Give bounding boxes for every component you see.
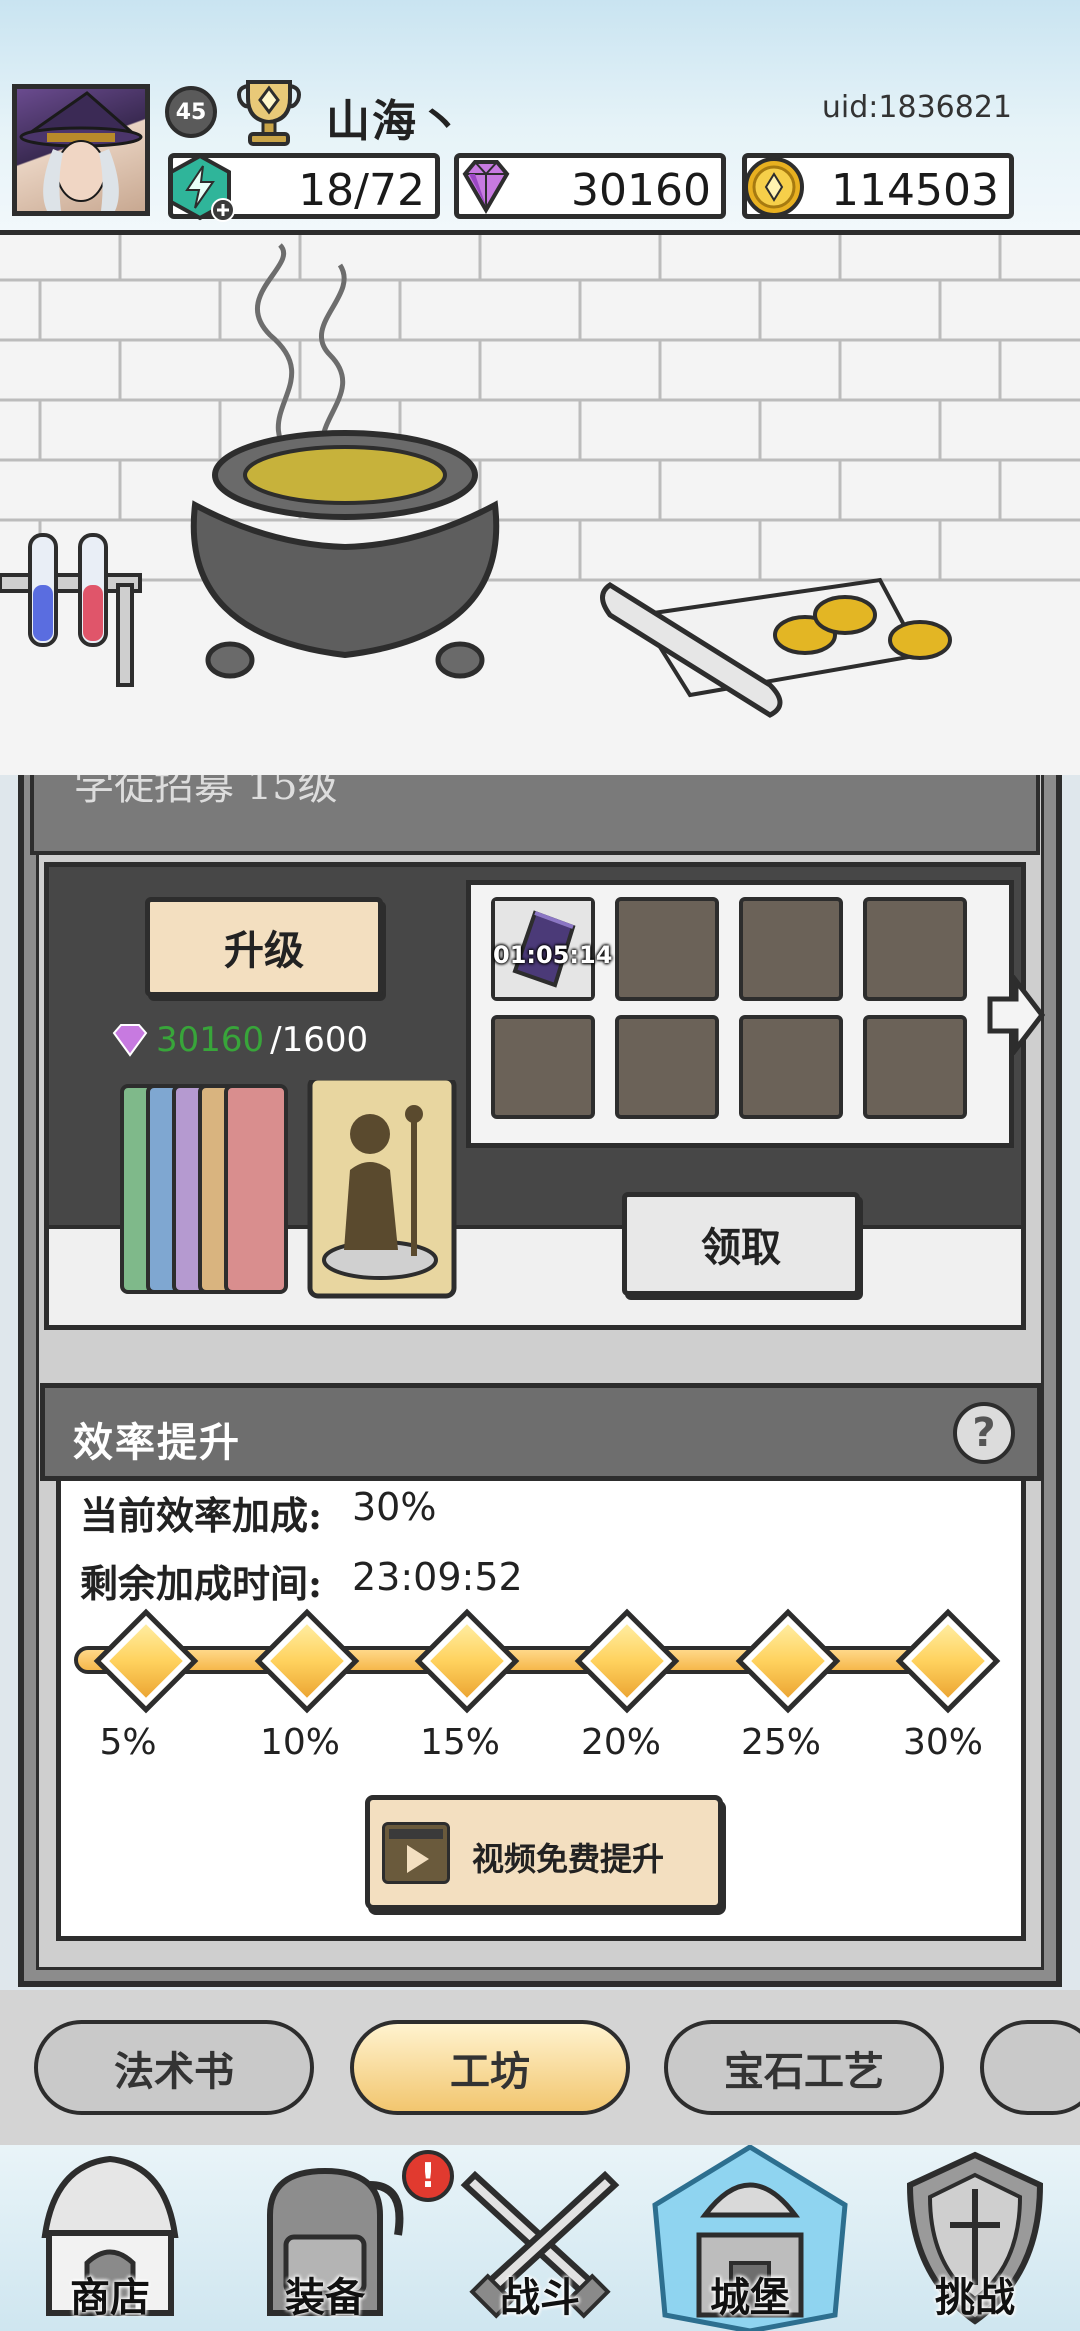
cost-need: /1600	[270, 1020, 369, 1060]
energy-counter[interactable]: 18/72	[168, 153, 440, 222]
remaining-time-label: 剩余加成时间:	[80, 1561, 323, 1606]
tab-gem-craft[interactable]: 宝石工艺	[664, 2020, 944, 2115]
recruit-slot[interactable]	[739, 897, 843, 1001]
slot-timer: 01:05:14	[493, 941, 613, 969]
recruit-slot[interactable]: 01:05:14	[491, 897, 612, 1001]
tab-workshop[interactable]: 工坊	[350, 2020, 630, 2115]
player-avatar[interactable]	[12, 84, 150, 216]
recruit-slot[interactable]	[863, 1015, 967, 1119]
nav-label: 挑战	[935, 2274, 1015, 2321]
recruit-slot[interactable]	[863, 897, 967, 1001]
current-bonus-label: 当前效率加成:	[80, 1493, 323, 1538]
nav-shop[interactable]: 商店	[15, 2145, 205, 2331]
help-icon[interactable]: ?	[953, 1402, 1015, 1464]
recruit-slot[interactable]	[615, 1015, 719, 1119]
nav-label: 城堡	[710, 2274, 790, 2321]
energy-icon	[169, 153, 235, 222]
claim-button[interactable]: 领取	[622, 1192, 860, 1296]
upgrade-cost: 30160/1600	[110, 1020, 368, 1060]
nav-label: 战斗	[500, 2274, 580, 2321]
recruit-slot[interactable]	[739, 1015, 843, 1119]
bonus-step-label: 5%	[99, 1722, 157, 1763]
game-screen: 45 山海丶 uid:1836821 18/72 30160 114503 学徒…	[0, 0, 1080, 2331]
top-bar: 45 山海丶 uid:1836821 18/72 30160 114503	[0, 0, 1080, 235]
tab-spellbook[interactable]: 法术书	[34, 2020, 314, 2115]
recruit-header: 学徒招募 15级	[30, 775, 1040, 855]
nav-equipment[interactable]: 装备	[230, 2145, 420, 2331]
coin-counter[interactable]: 114503	[742, 153, 1014, 219]
nav-castle[interactable]: 城堡	[645, 2145, 855, 2331]
nav-label: 装备	[285, 2274, 365, 2321]
nav-label: 商店	[70, 2274, 150, 2321]
bonus-step-label: 30%	[902, 1722, 983, 1763]
level-badge: 45	[165, 86, 217, 138]
tab-more[interactable]	[980, 2020, 1080, 2115]
efficiency-title: 效率提升	[73, 1419, 241, 1466]
upgrade-button[interactable]: 升级	[145, 897, 383, 997]
video-boost-label: 视频免费提升	[472, 1840, 665, 1878]
gem-counter[interactable]: 30160	[454, 153, 726, 219]
video-icon	[382, 1822, 450, 1884]
bonus-step-label: 15%	[419, 1722, 500, 1763]
bonus-progress-track	[74, 1646, 986, 1674]
current-bonus-value: 30%	[352, 1485, 437, 1529]
efficiency-header: 效率提升 ?	[40, 1383, 1042, 1481]
next-arrow-icon[interactable]	[986, 975, 1046, 1055]
gem-value: 30160	[571, 165, 711, 216]
recruit-title: 学徒招募 15级	[74, 775, 338, 809]
coin-icon	[744, 157, 804, 217]
energy-value: 18/72	[298, 165, 425, 216]
recruit-slot[interactable]	[491, 1015, 595, 1119]
apprentice-cards[interactable]	[118, 1075, 458, 1300]
bonus-step-label: 25%	[740, 1722, 821, 1763]
remaining-time-value: 23:09:52	[352, 1555, 523, 1599]
recruit-slots: 01:05:14	[466, 880, 1014, 1148]
gem-icon	[112, 1024, 148, 1057]
cost-have: 30160	[156, 1020, 265, 1060]
coin-value: 114503	[831, 165, 999, 216]
bonus-step-label: 20%	[580, 1722, 661, 1763]
workshop-room-scene	[0, 235, 1080, 775]
video-boost-button[interactable]: 视频免费提升	[365, 1795, 723, 1910]
bonus-step-label: 10%	[259, 1722, 340, 1763]
player-uid: uid:1836821	[821, 90, 1012, 125]
player-name: 山海丶	[326, 96, 464, 147]
gem-icon	[462, 160, 510, 214]
nav-challenge[interactable]: 挑战	[880, 2145, 1070, 2331]
recruit-slot[interactable]	[615, 897, 719, 1001]
brick-wall-illustration	[0, 235, 1080, 718]
trophy-icon[interactable]	[236, 76, 302, 148]
nav-battle[interactable]: 战斗	[445, 2145, 635, 2331]
